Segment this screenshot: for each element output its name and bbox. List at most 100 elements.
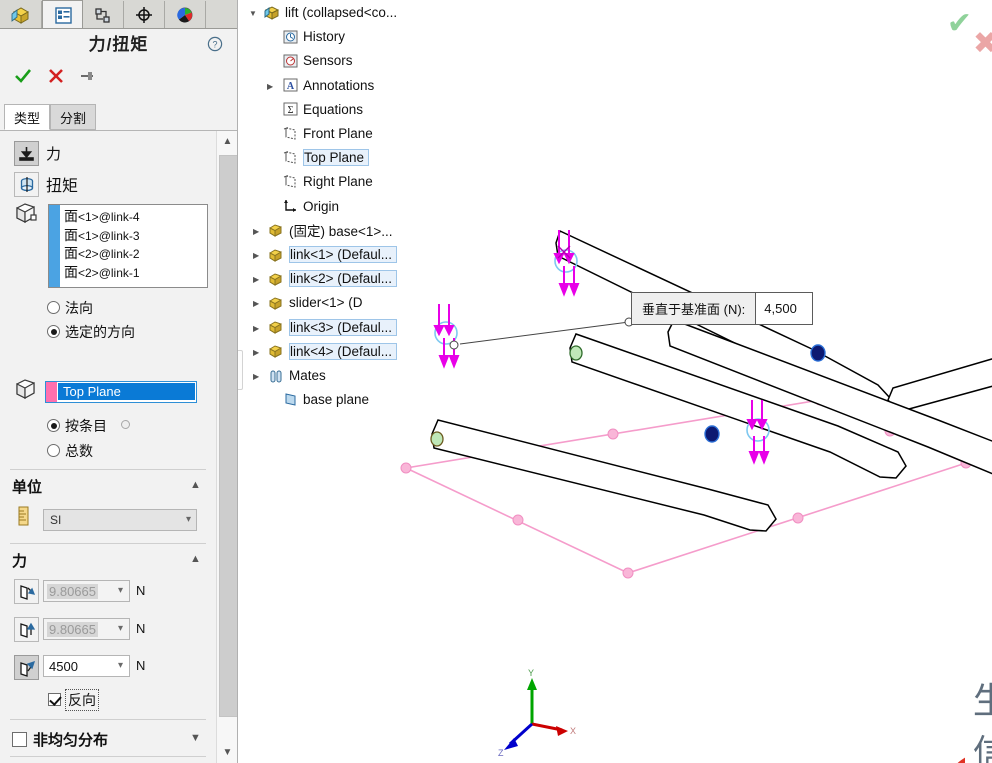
list-item[interactable]: 面<1>@link-3 — [64, 227, 205, 246]
tree-item[interactable]: Mates — [268, 365, 326, 386]
feature-tree[interactable]: ▼ lift (collapsed<co... History Sensors ▶ A An… — [238, 0, 468, 763]
tree-item[interactable]: Front Plane — [282, 123, 373, 144]
selection-listbox[interactable]: 面<1>@link-4 面<1>@link-3 面<2>@link-2 面<2>… — [48, 204, 208, 288]
tree-item-icon — [268, 247, 285, 263]
force-normal-button[interactable] — [14, 655, 39, 680]
tree-item[interactable]: Right Plane — [282, 171, 373, 192]
tree-item-icon — [264, 5, 281, 21]
radio-selected-direction[interactable] — [47, 325, 60, 338]
panel-action-bar[interactable] — [10, 64, 230, 90]
tree-item-label: link<3> (Defaul... — [289, 318, 398, 336]
tree-item[interactable]: (固定) base<1>... — [268, 220, 393, 241]
tree-item[interactable]: slider<1> (D — [268, 292, 363, 313]
tree-expand-icon[interactable]: ▶ — [267, 82, 273, 91]
force-collapse-icon[interactable]: ▲ — [190, 553, 201, 565]
tab-type[interactable]: 类型 — [4, 104, 50, 130]
tree-expand-icon[interactable]: ▶ — [253, 251, 259, 260]
manager-tabstrip[interactable] — [0, 0, 237, 29]
tree-expand-icon[interactable]: ▶ — [253, 275, 259, 284]
plane-icon — [283, 150, 296, 164]
force-type-button[interactable] — [14, 141, 39, 166]
part-icon — [269, 248, 282, 262]
tree-item[interactable]: History — [282, 26, 345, 47]
tree-item[interactable]: Origin — [282, 196, 339, 217]
confirm-ok-icon[interactable]: ✔ — [947, 6, 972, 41]
tree-expand-icon[interactable]: ▶ — [253, 372, 259, 381]
tree-expand-icon[interactable]: ▶ — [253, 324, 259, 333]
listbox-resize-grip[interactable] — [121, 420, 130, 429]
chevron-down-icon: ▾ — [117, 585, 123, 596]
tree-expand-icon[interactable]: ▶ — [253, 299, 259, 308]
force-dir1-button[interactable] — [14, 579, 39, 604]
accept-button[interactable] — [10, 64, 36, 88]
tree-item[interactable]: lift (collapsed<co... — [264, 2, 397, 23]
units-select[interactable]: SI ▾ — [43, 509, 197, 531]
tab-configuration-manager[interactable] — [83, 1, 124, 28]
history-icon — [283, 30, 298, 44]
tree-item[interactable]: link<1> (Defaul... — [268, 244, 398, 265]
list-item[interactable]: 面<2>@link-2 — [64, 245, 205, 264]
scrollbar-thumb[interactable] — [219, 155, 237, 717]
chevron-down-icon: ▾ — [185, 514, 191, 525]
tree-item[interactable]: Σ Equations — [282, 99, 363, 120]
radio-per-item[interactable] — [47, 419, 60, 432]
nonuniform-expand-icon[interactable]: ▼ — [190, 732, 201, 744]
tab-display-manager[interactable] — [165, 1, 206, 28]
tab-feature-manager[interactable] — [1, 1, 42, 28]
tree-item-label: slider<1> (D — [289, 295, 363, 311]
tree-item-icon — [268, 368, 285, 384]
panel-tabs[interactable]: 类型 分割 — [0, 104, 237, 131]
tree-item-label: Equations — [303, 101, 364, 117]
force-dir2-button[interactable] — [14, 617, 39, 642]
help-icon[interactable]: ? — [207, 36, 223, 52]
tree-item[interactable]: base plane — [282, 389, 369, 410]
radio-total[interactable] — [47, 444, 60, 457]
pin-icon[interactable] — [74, 64, 100, 88]
radio-normal-direction-label: 法向 — [65, 300, 93, 316]
force-dir1-input[interactable]: 9.80665 ▾ — [43, 580, 130, 602]
radio-normal-direction[interactable] — [47, 301, 60, 314]
force-normal-input[interactable]: 4500 ▾ — [43, 655, 130, 677]
tab-split[interactable]: 分割 — [50, 104, 96, 130]
nonuniform-distribution-checkbox[interactable] — [12, 732, 27, 747]
units-collapse-icon[interactable]: ▲ — [190, 479, 201, 491]
units-value: SI — [50, 513, 62, 527]
tree-item[interactable]: Top Plane — [282, 147, 370, 168]
force-normal-unit: N — [136, 658, 146, 673]
part-icon — [269, 345, 282, 359]
tree-collapse-icon[interactable]: ▼ — [249, 9, 257, 18]
tree-expand-icon[interactable]: ▶ — [253, 348, 259, 357]
tab-property-manager[interactable] — [42, 0, 83, 28]
reverse-direction-checkbox[interactable] — [48, 693, 61, 706]
divider — [10, 469, 206, 470]
tree-item[interactable]: link<4> (Defaul... — [268, 341, 398, 362]
plane-reference-icon — [14, 377, 40, 404]
plane-reference-value: Top Plane — [63, 384, 121, 399]
force-dir1-value: 9.80665 — [47, 584, 98, 599]
tree-item[interactable]: A Annotations — [282, 75, 374, 96]
tree-item[interactable]: link<3> (Defaul... — [268, 317, 398, 338]
cancel-button[interactable] — [43, 64, 69, 88]
scroll-up-icon[interactable]: ▲ — [217, 131, 237, 152]
tree-item[interactable]: link<2> (Defaul... — [268, 268, 398, 289]
tree-item-label: Front Plane — [303, 126, 373, 141]
force-normal-value: 4500 — [49, 659, 78, 674]
sensors-icon — [283, 54, 298, 68]
tree-item[interactable]: Sensors — [282, 50, 353, 71]
torque-type-button[interactable] — [14, 172, 39, 197]
mates-icon — [270, 370, 282, 382]
panel-scrollbar[interactable]: ▲ ▼ — [216, 131, 237, 763]
confirm-cancel-icon[interactable]: ✖ — [973, 26, 992, 61]
tree-expand-icon[interactable]: ▶ — [253, 227, 259, 236]
units-icon — [16, 506, 32, 529]
list-item[interactable]: 面<2>@link-1 — [64, 264, 205, 283]
plane-reference-field[interactable]: Top Plane — [45, 381, 197, 403]
tree-item-icon — [282, 29, 299, 45]
tab-dimxpert-manager[interactable] — [124, 1, 165, 28]
tree-item-label: Annotations — [303, 77, 375, 93]
force-callout[interactable]: 垂直于基准面 (N): 4,500 — [631, 292, 814, 325]
scroll-down-icon[interactable]: ▼ — [217, 742, 237, 763]
force-dir2-input[interactable]: 9.80665 ▾ — [43, 618, 130, 640]
force-dir1-unit: N — [136, 583, 146, 598]
list-item[interactable]: 面<1>@link-4 — [64, 208, 205, 227]
